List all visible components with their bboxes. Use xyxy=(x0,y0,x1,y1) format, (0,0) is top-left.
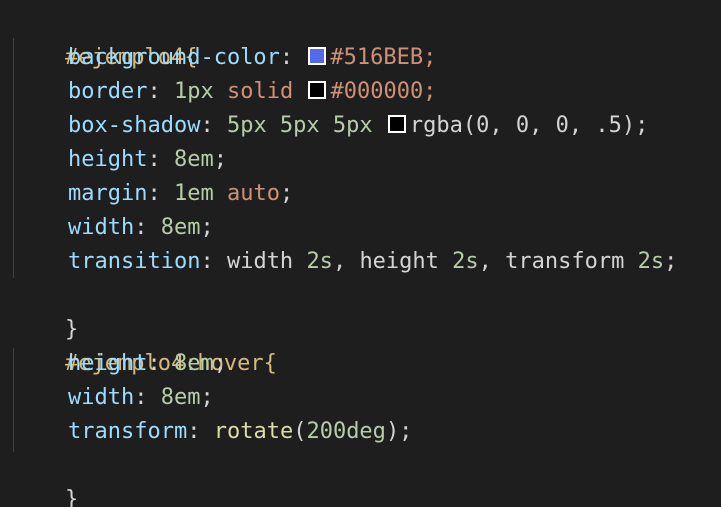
code-line-2: background-color: #516BEB; xyxy=(68,45,437,70)
css-property: transition xyxy=(68,249,201,274)
code-line-1: #ejemplo4{ xyxy=(12,7,197,70)
css-number: 2s xyxy=(452,249,479,274)
code-line-11: height: 8em; xyxy=(68,351,227,376)
css-number: 2s xyxy=(637,249,665,274)
code-line-5: height: 8em; xyxy=(68,147,227,172)
code-line-9: } xyxy=(12,279,78,342)
color-swatch-shadow[interactable] xyxy=(387,115,406,133)
code-line-7: width: 8em; xyxy=(68,215,214,240)
css-number: 1px xyxy=(173,79,214,104)
code-line-8: transition: width 2s, height 2s, transfo… xyxy=(68,249,678,274)
css-property: width xyxy=(68,385,135,410)
css-property: width xyxy=(68,215,135,240)
css-value: #000000; xyxy=(330,79,437,104)
code-line-12: width: 8em; xyxy=(68,385,214,410)
css-value: width xyxy=(226,249,294,274)
css-number: 8em xyxy=(160,215,201,240)
css-keyword: solid xyxy=(226,79,294,104)
css-number: 8em xyxy=(160,385,201,410)
css-property: margin xyxy=(68,181,148,206)
css-number: 200deg xyxy=(306,419,386,444)
css-value: transform xyxy=(505,249,625,274)
code-editor[interactable]: #ejemplo4{ background-color: #516BEB; bo… xyxy=(0,0,721,507)
color-swatch-black[interactable] xyxy=(308,81,327,99)
color-swatch-blue[interactable] xyxy=(308,47,327,65)
css-value: height xyxy=(359,249,439,274)
css-value: #516BEB; xyxy=(330,45,437,70)
closing-brace: } xyxy=(64,487,79,507)
css-property: height xyxy=(68,147,148,172)
css-function: rotate xyxy=(213,419,294,444)
css-number: 1em xyxy=(173,181,214,206)
css-number: 5px 5px 5px xyxy=(226,113,373,138)
code-line-4: box-shadow: 5px 5px 5px rgba(0, 0, 0, .5… xyxy=(68,113,649,138)
css-number: 8em xyxy=(173,351,214,376)
css-number: 8em xyxy=(173,147,214,172)
css-value: rgba(0, 0, 0, .5); xyxy=(409,113,649,138)
code-line-10: #ejemplo4:hover{ xyxy=(12,313,277,376)
code-line-3: border: 1px solid #000000; xyxy=(68,79,437,104)
css-property: box-shadow xyxy=(68,113,201,138)
css-property: transform xyxy=(68,419,188,444)
code-line-13: transform: rotate(200deg); xyxy=(68,419,413,444)
css-property: background-color xyxy=(68,45,280,70)
code-line-6: margin: 1em auto; xyxy=(68,181,294,206)
code-line-14: } xyxy=(12,449,78,507)
css-property: border xyxy=(68,79,148,104)
css-property: height xyxy=(68,351,148,376)
css-number: 2s xyxy=(306,249,333,274)
css-keyword: auto xyxy=(226,181,280,206)
